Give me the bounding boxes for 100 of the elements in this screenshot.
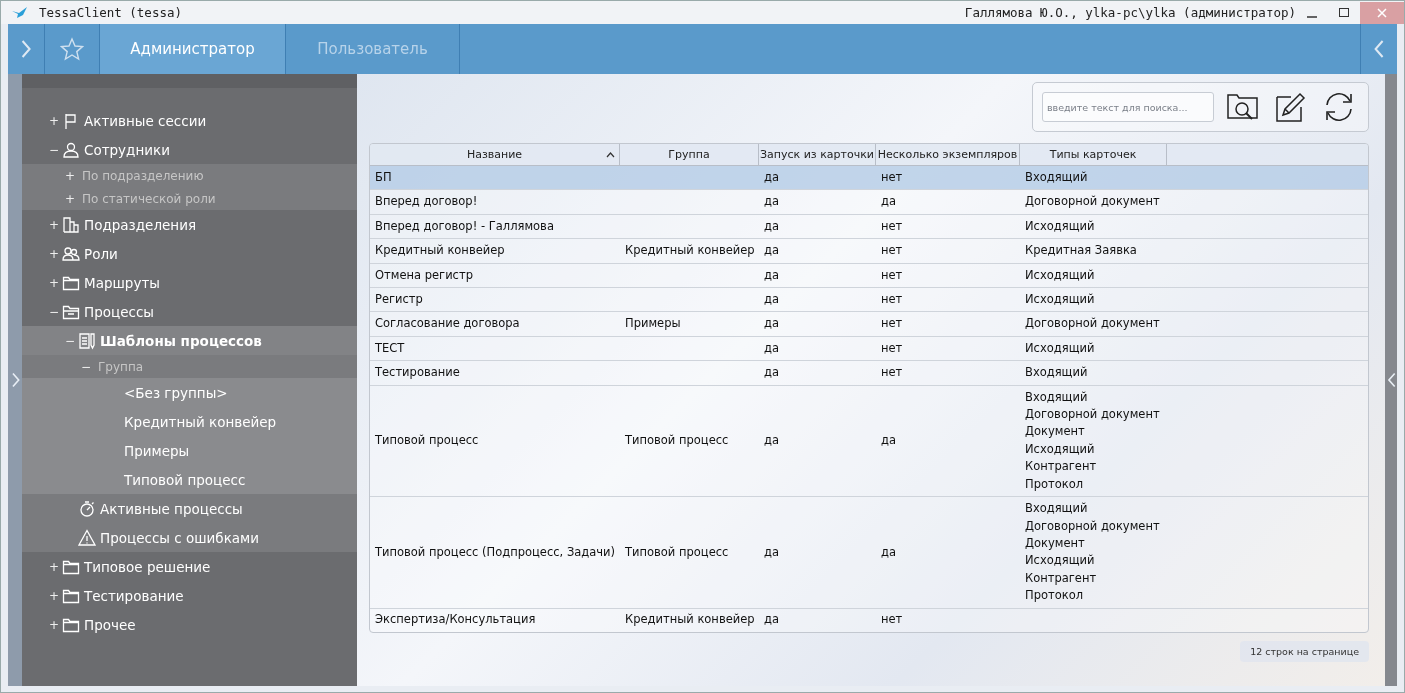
expand-toggle[interactable]: +	[46, 217, 62, 232]
item-label: Маршруты	[84, 274, 160, 291]
person-icon	[62, 140, 80, 159]
table-row[interactable]: Вперед договор! да да Договорной документ	[370, 190, 1368, 215]
expand-toggle[interactable]: −	[62, 333, 78, 348]
tree-item[interactable]: + Роли	[22, 239, 357, 268]
expand-toggle[interactable]: +	[46, 275, 62, 290]
item-label: Группа	[98, 359, 144, 374]
tree-item[interactable]: Примеры	[22, 436, 357, 465]
tree-item[interactable]: Кредитный конвейер	[22, 407, 357, 436]
document-icon	[78, 331, 96, 350]
table-cell: нет	[881, 365, 903, 380]
user-info: Галлямова Ю.О., ylka-pc\ylka (администратор)	[964, 5, 1296, 20]
table-cell-text: Контрагент	[1025, 569, 1098, 587]
tree-item[interactable]: Типовой процесс	[22, 465, 357, 494]
tree-item[interactable]: Процессы с ошибками	[22, 523, 357, 552]
item-label: Процессы с ошибками	[100, 529, 260, 546]
tree-item[interactable]: + Активные сессии	[22, 106, 357, 135]
tree-item[interactable]: + Тестирование	[22, 581, 357, 610]
table-cell-text: Исходящий	[1025, 217, 1096, 235]
tree-item[interactable]: − Процессы	[22, 297, 357, 326]
table-row[interactable]: Вперед договор! - Галлямова да нет Исходящий	[370, 214, 1368, 240]
expand-toggle[interactable]: +	[46, 113, 62, 128]
table-cell: да	[764, 365, 779, 380]
edit-icon	[1275, 91, 1307, 123]
table-cell: БП	[375, 170, 392, 184]
item-label: Кредитный конвейер	[124, 413, 277, 430]
table-cell: Типовой процесс	[625, 544, 729, 559]
table-cell: нет	[881, 292, 903, 307]
chevron-right-icon	[19, 38, 33, 60]
tree-item[interactable]: − Шаблоны процессов	[22, 326, 357, 355]
item-label: По статической роли	[82, 191, 216, 206]
tree-item[interactable]: + Маршруты	[22, 268, 357, 297]
tree-item[interactable]: + По подразделению	[22, 164, 357, 187]
star-icon	[60, 37, 84, 61]
table-cell: нет	[881, 218, 903, 233]
table-row[interactable]: Согласование договора Примеры да нет Договорной документ	[370, 312, 1368, 337]
table-row[interactable]: БП да нет Входящий	[370, 166, 1368, 191]
table-row[interactable]: Тестирование да нет Входящий	[370, 361, 1368, 386]
table-cell: Регистр	[375, 292, 423, 307]
tree-item[interactable]: + По статической роли	[22, 187, 357, 210]
expand-toggle[interactable]: +	[46, 246, 62, 261]
bird-logo-icon	[11, 5, 29, 20]
tree-item[interactable]: <Без группы>	[22, 378, 357, 407]
table-cell: Экспертиза/Консультация	[375, 612, 536, 627]
table-cell: да	[764, 340, 779, 355]
table-row[interactable]: Типовой процесс Типовой процесс да да Входящий Договорной документ Документ Исходящий Контрагент Протокол	[370, 385, 1368, 498]
table-cell: Тестирование	[375, 365, 460, 380]
item-label: Типовой процесс	[124, 471, 246, 488]
tree-item[interactable]: Активные процессы	[22, 494, 357, 523]
item-label: Активные процессы	[100, 500, 243, 517]
expand-toggle[interactable]: −	[78, 359, 94, 374]
tree-item[interactable]: + Типовое решение	[22, 552, 357, 581]
expand-toggle[interactable]: +	[46, 588, 62, 603]
table-cell: Вперед договор! - Галлямова	[375, 218, 554, 233]
table-cell-text: Входящий	[1025, 364, 1089, 382]
item-label: Примеры	[124, 442, 190, 459]
table-cell: да	[764, 316, 779, 331]
column-header[interactable]: Название	[370, 144, 620, 165]
table-cell-text: Кредитная Заявка	[1025, 242, 1138, 260]
tree-item[interactable]: − Сотрудники	[22, 135, 357, 164]
people-icon	[62, 244, 80, 263]
table-cell: да	[764, 243, 779, 258]
table-row[interactable]: Экспертиза/Консультация Кредитный конвейер да нет	[370, 608, 1368, 632]
chevron-left-icon	[1385, 371, 1397, 389]
expand-toggle[interactable]: −	[46, 304, 62, 319]
table-cell: нет	[881, 243, 903, 258]
table-cell: Типовой процесс (Подпроцесс, Задачи)	[375, 544, 616, 559]
expand-toggle[interactable]: +	[62, 168, 78, 183]
tree-item[interactable]: + Подразделения	[22, 210, 357, 239]
left-panel-toggle[interactable]	[8, 74, 22, 686]
table-cell: нет	[881, 267, 903, 282]
table-cell: да	[764, 170, 779, 184]
table-row[interactable]: Кредитный конвейер Кредитный конвейер да нет Кредитная Заявка	[370, 239, 1368, 264]
table-row[interactable]: Отмена регистр да нет Исходящий	[370, 263, 1368, 289]
table-cell-text: Входящий	[1025, 169, 1089, 186]
expand-toggle[interactable]: +	[62, 191, 78, 206]
column-header[interactable]: Несколько экземпляров	[876, 144, 1020, 165]
table-cell-text: Исходящий	[1025, 440, 1096, 458]
table-cell: нет	[881, 170, 903, 184]
table-cell: нет	[881, 340, 903, 355]
expand-toggle[interactable]: +	[46, 617, 62, 632]
close-icon	[1377, 7, 1387, 18]
table-row[interactable]: Регистр да нет Исходящий	[370, 288, 1368, 313]
tree-item[interactable]: − Группа	[22, 355, 357, 378]
tree-item[interactable]: + Прочее	[22, 610, 357, 639]
item-label: Роли	[84, 245, 118, 262]
expand-toggle[interactable]: +	[46, 559, 62, 574]
expand-toggle[interactable]: −	[46, 142, 62, 157]
table-cell: Отмена регистр	[375, 267, 473, 282]
column-header[interactable]: Группа	[620, 144, 759, 165]
column-header[interactable]: Запуск из карточки	[759, 144, 876, 165]
table-cell: нет	[881, 316, 903, 331]
table-cell: да	[764, 433, 779, 448]
table-row[interactable]: Типовой процесс (Подпроцесс, Задачи) Типовой процесс да да Входящий Договорной документ Документ Исходящий Контрагент Протокол	[370, 497, 1368, 609]
search-field[interactable]: введите текст для поиска...	[1042, 92, 1214, 122]
table-row[interactable]: ТЕСТ да нет Исходящий	[370, 336, 1368, 362]
column-header[interactable]: Типы карточек	[1020, 144, 1167, 165]
table-cell-text: Протокол	[1025, 587, 1085, 605]
right-panel-toggle[interactable]	[1385, 74, 1397, 686]
